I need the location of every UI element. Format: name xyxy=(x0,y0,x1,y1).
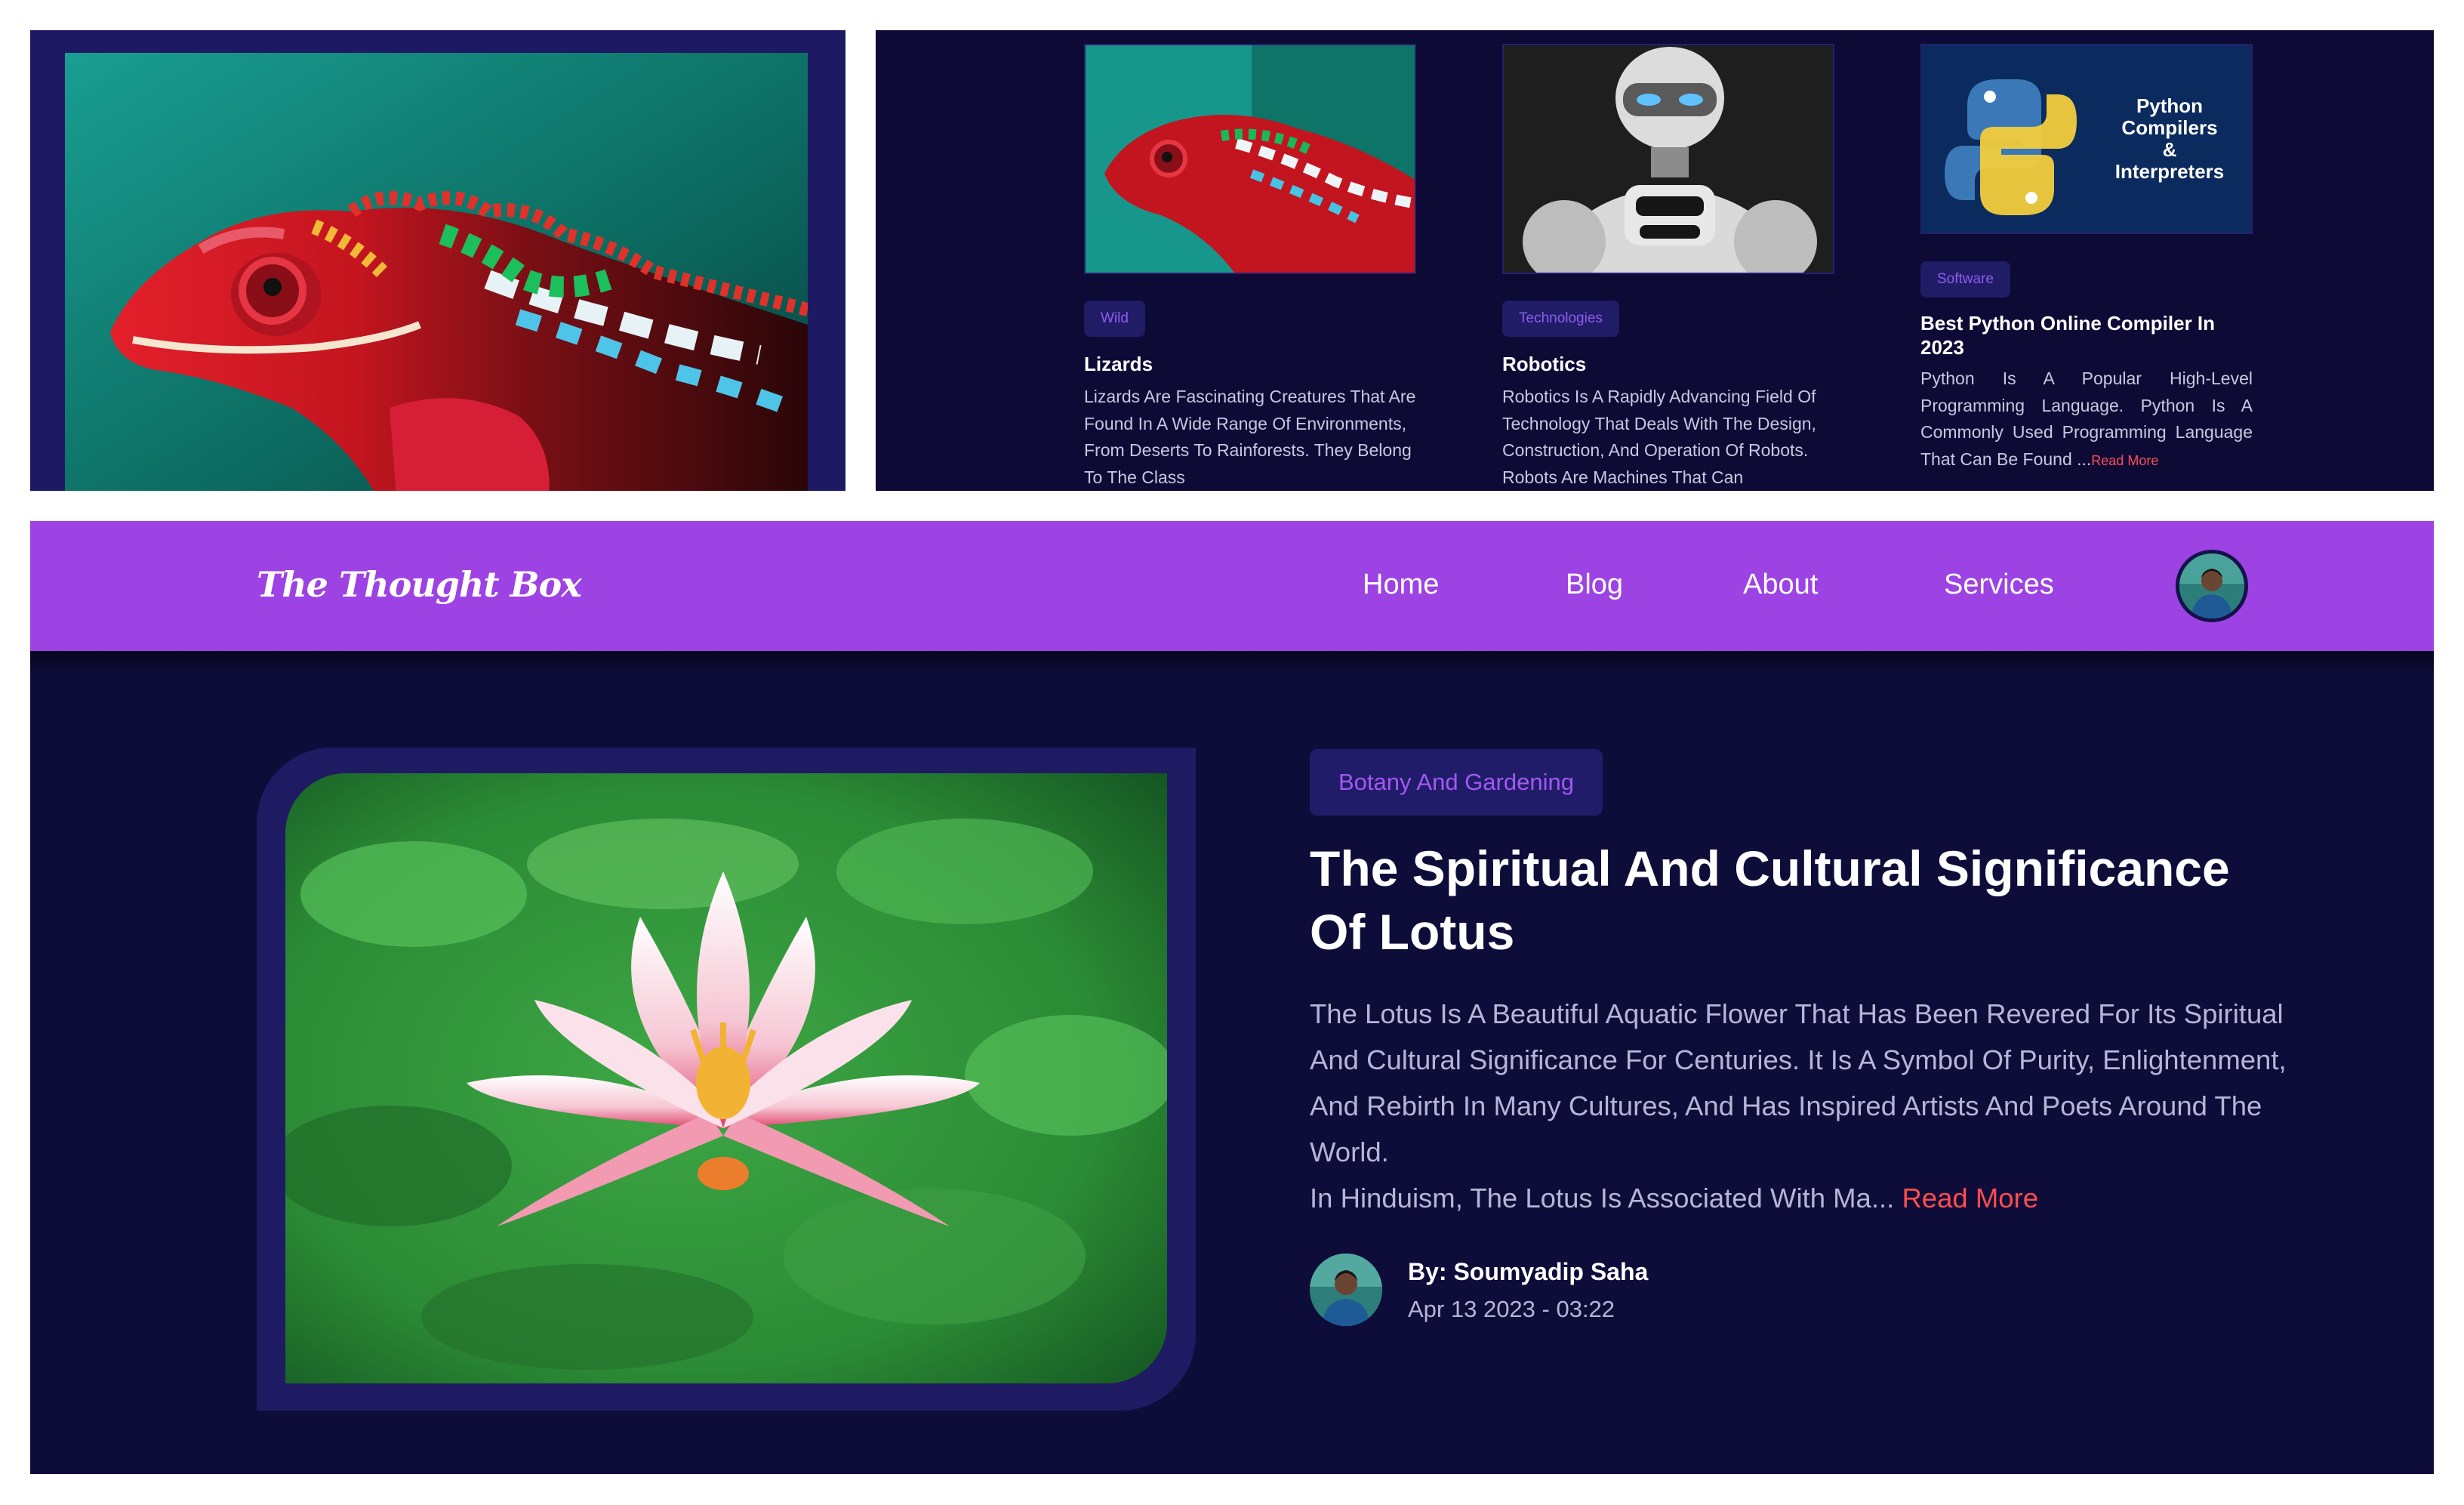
nav-link-blog[interactable]: Blog xyxy=(1566,560,1623,609)
author-name[interactable]: By: Soumyadip Saha xyxy=(1408,1255,1648,1288)
python-image-caption: Python Compilers & Interpreters xyxy=(2114,94,2225,183)
nav-link-about[interactable]: About xyxy=(1743,560,1818,609)
card-excerpt: Robotics Is A Rapidly Advancing Field Of… xyxy=(1502,387,1816,487)
featured-title[interactable]: The Spiritual And Cultural Significance … xyxy=(1310,837,2291,964)
lotus-image[interactable] xyxy=(285,773,1167,1383)
read-more-link[interactable]: Read More xyxy=(2091,453,2158,468)
card-category-tag[interactable]: Software xyxy=(1920,261,2010,298)
nav-link-home[interactable]: Home xyxy=(1363,560,1439,609)
card-excerpt: Lizards Are Fascinating Creatures That A… xyxy=(1084,387,1416,487)
blog-card-robotics[interactable]: Technologies Robotics Robotics Is A Rapi… xyxy=(1502,30,1834,491)
card-category-tag[interactable]: Technologies xyxy=(1502,301,1619,337)
blog-card-lizards[interactable]: Wild Lizards Lizards Are Fascinating Cre… xyxy=(1084,30,1416,491)
featured-excerpt: The Lotus Is A Beautiful Aquatic Flower … xyxy=(1310,998,2287,1214)
blog-cards-panel: Wild Lizards Lizards Are Fascinating Cre… xyxy=(876,30,2434,491)
user-avatar[interactable] xyxy=(2176,550,2248,622)
read-more-link[interactable]: Read More xyxy=(1902,1183,2038,1214)
featured-category-tag[interactable]: Botany And Gardening xyxy=(1310,749,1603,816)
card-category-tag[interactable]: Wild xyxy=(1084,301,1145,337)
card-excerpt: Python Is A Popular High-Level Programmi… xyxy=(1920,369,2253,469)
blog-card-python[interactable]: Python Compilers & Interpreters Software… xyxy=(1920,30,2253,491)
chameleon-hero-panel xyxy=(30,30,845,491)
card-image[interactable] xyxy=(1084,44,1416,274)
homepage-panel: The Thought Box Home Blog About Services xyxy=(30,521,2434,1474)
navbar: The Thought Box Home Blog About Services xyxy=(30,521,2434,651)
post-date: Apr 13 2023 - 03:22 xyxy=(1408,1296,1615,1322)
card-title[interactable]: Lizards xyxy=(1084,352,1416,376)
card-image[interactable] xyxy=(1502,44,1834,274)
screenshot-collage: Wild Lizards Lizards Are Fascinating Cre… xyxy=(0,0,2464,1505)
card-title[interactable]: Best Python Online Compiler In 2023 xyxy=(1920,311,2253,359)
nav-link-services[interactable]: Services xyxy=(1944,560,2054,609)
card-image[interactable]: Python Compilers & Interpreters xyxy=(1920,44,2253,234)
site-logo[interactable]: The Thought Box xyxy=(257,560,582,609)
author-avatar[interactable] xyxy=(1310,1254,1382,1326)
featured-image-frame xyxy=(257,748,1196,1411)
chameleon-image xyxy=(65,53,808,491)
card-title[interactable]: Robotics xyxy=(1502,352,1834,376)
